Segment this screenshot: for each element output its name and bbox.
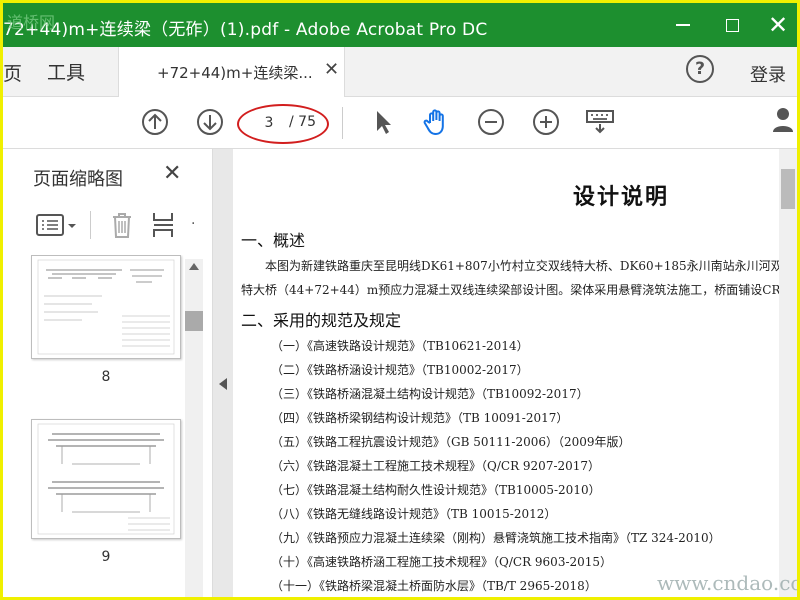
- scroll-thumb[interactable]: [185, 311, 203, 331]
- standard-item: （十）《高速铁路桥涵工程施工技术规程》（Q/CR 9603-2015）: [271, 555, 613, 569]
- close-panel-button[interactable]: ✕: [163, 161, 181, 186]
- close-tab-button[interactable]: ✕: [324, 59, 339, 80]
- document-view[interactable]: 设计说明 一、概述 本图为新建铁路重庆至昆明线DK61+807小竹村立交双线特大…: [233, 149, 779, 597]
- thumbnail-page-9[interactable]: [31, 419, 181, 539]
- thumbnail-label-8: 8: [101, 369, 111, 385]
- acrobat-window: 72+44)m+连续梁（无砟）(1).pdf - Adobe Acrobat P…: [3, 3, 797, 597]
- trash-icon[interactable]: [109, 210, 135, 240]
- thumbnail-label-9: 9: [101, 549, 111, 565]
- minimize-button[interactable]: [668, 11, 698, 39]
- standard-item: （八）《铁路无缝线路设计规范》（TB 10015-2012）: [271, 507, 557, 521]
- thumbnail-scrollbar[interactable]: [185, 259, 203, 597]
- scroll-up-arrow[interactable]: [189, 263, 199, 270]
- standard-item: （四）《铁路桥梁钢结构设计规范》（TB 10091-2017）: [271, 411, 569, 425]
- standard-item: （五）《铁路工程抗震设计规范》（GB 50111-2006）（2009年版）: [271, 435, 631, 449]
- standard-item: （一）《高速铁路设计规范》（TB10621-2014）: [271, 339, 529, 353]
- watermark-bottom: www.cndao.com: [657, 571, 797, 595]
- paragraph-line: 本图为新建铁路重庆至昆明线DK61+807小竹村立交双线特大桥、DK60+185…: [265, 259, 779, 273]
- tab-tools[interactable]: 工具: [47, 58, 85, 85]
- title-bar: 72+44)m+连续梁（无砟）(1).pdf - Adobe Acrobat P…: [3, 3, 797, 47]
- insert-page-icon[interactable]: [151, 210, 177, 240]
- highlight-ellipse: [237, 104, 329, 144]
- document-scroll-thumb[interactable]: [781, 169, 795, 209]
- maximize-button[interactable]: [717, 11, 747, 39]
- panel-splitter[interactable]: [213, 149, 233, 597]
- main-toolbar: 3 / 75: [3, 97, 797, 149]
- document-heading: 设计说明: [573, 185, 670, 210]
- maximize-icon: [725, 18, 739, 32]
- toolbar-divider: [342, 107, 343, 139]
- standard-item: （七）《铁路混凝土结构耐久性设计规范》（TB10005-2010）: [271, 483, 601, 497]
- thumbnail-list: 8 9: [27, 255, 207, 597]
- collapse-panel-icon[interactable]: [219, 378, 227, 390]
- panel-divider: [90, 211, 91, 239]
- minus-circle-icon[interactable]: [476, 107, 506, 137]
- standard-item: （九）《铁路预应力混凝土连续梁（刚构）悬臂浇筑施工技术指南》（TZ 324-20…: [271, 531, 721, 545]
- standard-item: （二）《铁路桥涵设计规范》（TB10002-2017）: [271, 363, 529, 377]
- watermark-top: 道桥网: [7, 13, 56, 32]
- document-scrollbar[interactable]: [779, 149, 797, 597]
- tab-bar: 页 工具 +72+44)m+连续梁... ✕ ? 登录: [3, 47, 797, 97]
- minimize-icon: [676, 24, 690, 26]
- login-button[interactable]: 登录: [750, 61, 786, 87]
- arrow-down-circle-icon[interactable]: [195, 107, 225, 137]
- thumbnail-drawing: [37, 259, 175, 355]
- panel-title: 页面缩略图: [33, 169, 123, 190]
- hand-icon[interactable]: [421, 107, 451, 137]
- panel-toolbar: ·: [3, 204, 213, 249]
- standard-item: （十一）《铁路桥梁混凝土桥面防水层》（TB/T 2965-2018）: [271, 579, 597, 593]
- plus-circle-icon[interactable]: [531, 107, 561, 137]
- paragraph-line: 特大桥（44+72+44）m预应力混凝土双线连续梁部设计图。梁体采用悬臂浇筑法施…: [241, 283, 779, 297]
- user-share-icon[interactable]: [773, 105, 797, 135]
- arrow-up-circle-icon[interactable]: [140, 107, 170, 137]
- tab-home[interactable]: 页: [3, 59, 22, 86]
- thumbnail-page-8[interactable]: [31, 255, 181, 359]
- section-heading-standards: 二、采用的规范及规定: [241, 311, 402, 330]
- tab-document[interactable]: +72+44)m+连续梁... ✕: [118, 47, 345, 97]
- thumbnails-panel: 页面缩略图 ✕ · 8 9: [3, 149, 213, 597]
- help-icon[interactable]: ?: [686, 55, 714, 83]
- document-tab-label: +72+44)m+连续梁...: [157, 64, 313, 82]
- thumbnail-drawing: [37, 423, 175, 535]
- options-menu-icon[interactable]: [35, 212, 79, 240]
- more-options-icon[interactable]: ·: [191, 216, 195, 232]
- section-heading-overview: 一、概述: [241, 231, 306, 250]
- close-window-button[interactable]: ✕: [763, 11, 793, 39]
- standard-item: （三）《铁路桥涵混凝土结构设计规范》（TB10092-2017）: [271, 387, 589, 401]
- cursor-icon[interactable]: [368, 107, 398, 137]
- standard-item: （六）《铁路混凝土工程施工技术规程》（Q/CR 9207-2017）: [271, 459, 601, 473]
- window-title: 72+44)m+连续梁（无砟）(1).pdf - Adobe Acrobat P…: [3, 20, 488, 40]
- keyboard-icon[interactable]: [585, 107, 615, 137]
